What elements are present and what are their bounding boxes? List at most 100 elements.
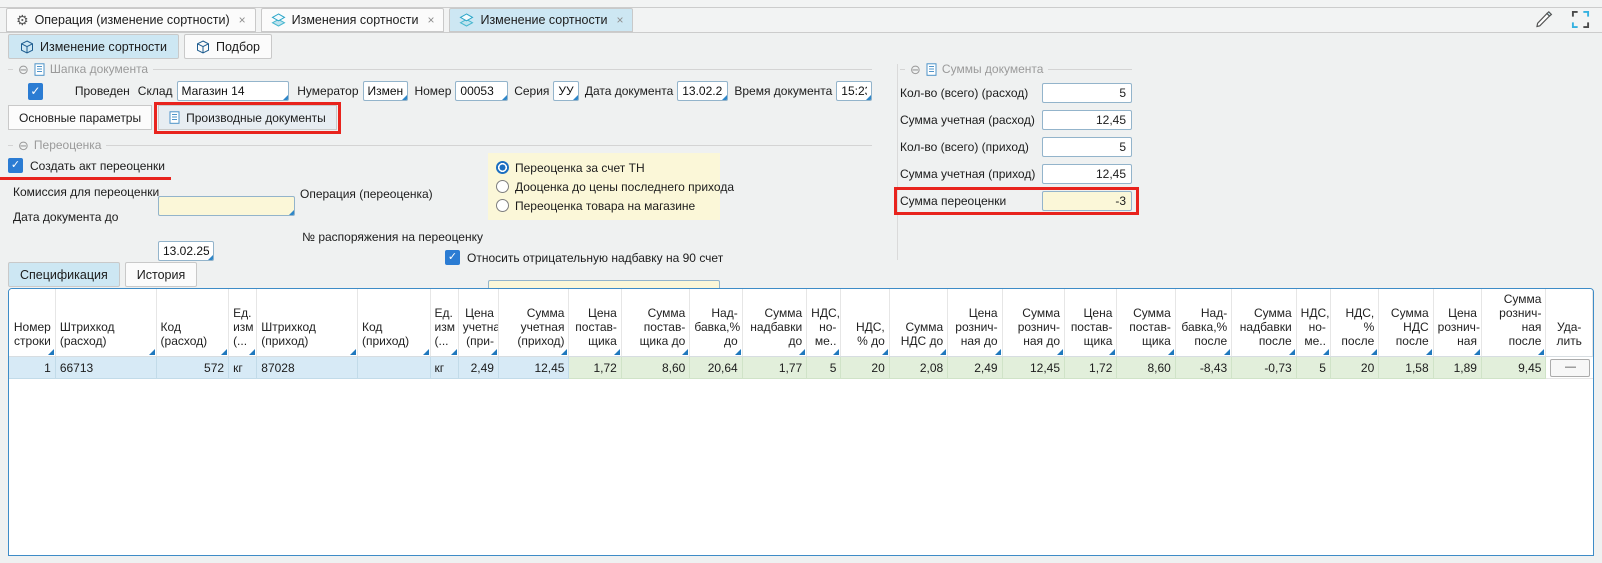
section-title-row: ⊖ Шапка документа [8,62,872,76]
table-cell: 1,72 [1065,357,1117,379]
radio-option[interactable]: Дооценка до цены последнего прихода [496,177,712,196]
column-header[interactable]: Цена рознич- ная [1433,289,1481,357]
create-act-checkbox[interactable]: ✓ [8,158,23,173]
maximize-icon[interactable] [1571,10,1590,29]
table-row[interactable]: 166713572кг87028кг2,4912,451,728,6020,64… [9,357,1593,379]
numerator-input[interactable] [368,84,404,98]
column-header[interactable]: Сумма рознич- ная после [1481,289,1545,357]
sums-row-value[interactable]: 5 [1042,83,1132,103]
sums-row-label: Сумма учетная (расход) [900,113,1035,127]
header-subtab[interactable]: Производные документы [158,105,337,130]
date-to-field-wrap [158,241,214,261]
doc-time-field-wrap [836,81,872,101]
document-tabbar: ⚙Операция (изменение сортности)×Изменени… [0,8,1602,33]
column-header[interactable]: Штрихкод (расход) [55,289,156,357]
column-header[interactable]: НДС, % до [841,289,889,357]
doc-tab[interactable]: ⚙Операция (изменение сортности)× [6,8,256,32]
negative-markup-label: Относить отрицательную надбавку на 90 сч… [467,251,723,265]
doc-date-input[interactable] [682,84,723,98]
posted-checkbox[interactable]: ✓ [28,83,43,100]
number-field-wrap [455,81,508,101]
column-header[interactable]: Код (приход) [357,289,430,357]
close-icon[interactable]: × [427,13,434,27]
collapse-icon[interactable]: ⊖ [18,139,29,152]
spec-tab[interactable]: История [125,262,197,287]
edit-pencil-icon[interactable] [1533,9,1555,29]
panel-divider [897,64,898,260]
column-header[interactable]: НДС, % после [1330,289,1378,357]
column-header[interactable]: Сумма учетная (приход) [498,289,569,357]
close-icon[interactable]: × [616,13,623,27]
header-subtab[interactable]: Основные параметры [8,105,152,130]
radio-option[interactable]: Переоценка товара на магазине [496,196,712,215]
collapse-icon[interactable]: ⊖ [18,63,29,76]
column-header[interactable]: Сумма постав- щика до [621,289,689,357]
column-header[interactable]: Цена постав- щика [569,289,621,357]
sums-row-label: Сумма переоценки [900,194,1006,208]
sums-row-value[interactable]: -3 [1042,191,1132,211]
radio-icon[interactable] [496,199,509,212]
close-icon[interactable]: × [239,13,246,27]
sums-row-value[interactable]: 12,45 [1042,110,1132,130]
column-header[interactable]: Сумма НДС до [889,289,947,357]
table-cell: 1,72 [569,357,621,379]
header-subtab-label: Основные параметры [19,111,141,125]
column-header[interactable]: Цена рознич- ная до [948,289,1002,357]
table-cell: 12,45 [1002,357,1064,379]
column-header[interactable]: НДС, но- ме.. [807,289,841,357]
table-cell: 20 [841,357,889,379]
column-header[interactable]: Цена постав- щика [1065,289,1117,357]
table-cell: 66713 [55,357,156,379]
section-title: Переоценка [34,138,102,152]
radio-icon[interactable] [496,180,509,193]
table-cell: 20,64 [690,357,742,379]
doc-tab[interactable]: Изменение сортности× [449,8,633,32]
column-header[interactable]: Сумма рознич- ная до [1002,289,1064,357]
doc-time-input[interactable] [841,84,867,98]
specification-table: Номер строкиШтрихкод (расход)Код (расход… [9,289,1593,556]
radio-option[interactable]: Переоценка за счет ТН [496,158,712,177]
create-act-row: ✓ Создать акт переоценки [8,158,165,173]
delete-row-button[interactable]: — [1550,359,1590,377]
column-header[interactable]: Ед. изм (... [430,289,458,357]
column-header[interactable]: Ед. изм (... [229,289,257,357]
table-cell: 8,60 [621,357,689,379]
radio-option-label: Переоценка товара на магазине [515,199,695,213]
number-input[interactable] [460,84,503,98]
doc-tab[interactable]: Изменения сортности× [261,8,445,32]
column-header[interactable]: Цена учетная (при- [458,289,498,357]
column-header[interactable]: Над- бавка,% до [690,289,742,357]
cube-icon [196,40,210,54]
commission-input[interactable] [163,199,290,213]
column-header[interactable]: Уда- лить [1546,289,1593,357]
sums-row-value[interactable]: 12,45 [1042,164,1132,184]
view-tab[interactable]: Подбор [184,34,272,59]
view-tab[interactable]: Изменение сортности [8,34,179,59]
spec-tab[interactable]: Спецификация [8,262,120,287]
negative-markup-checkbox[interactable]: ✓ [445,250,460,265]
radio-icon[interactable] [496,161,509,174]
date-to-input[interactable] [163,244,209,258]
delete-cell: — [1546,357,1593,379]
column-header[interactable]: Код (расход) [156,289,229,357]
doc-time-label: Время документа [734,84,832,98]
column-header[interactable]: Сумма постав- щика [1117,289,1175,357]
column-header[interactable]: Сумма НДС после [1379,289,1433,357]
radio-option-label: Переоценка за счет ТН [515,161,645,175]
column-header[interactable]: Сумма надбавки до [742,289,806,357]
layers-icon [271,13,286,27]
column-header[interactable]: Номер строки [9,289,55,357]
column-header[interactable]: Штрихкод (приход) [257,289,358,357]
column-header[interactable]: Сумма надбавки после [1232,289,1296,357]
document-header-fields: ✓ Проведен Склад Нумератор Номер Серия Д… [8,80,872,102]
series-input[interactable] [558,84,573,98]
collapse-icon[interactable]: ⊖ [910,63,921,76]
column-header[interactable]: Над- бавка,% после [1175,289,1231,357]
warehouse-field-wrap [177,81,290,101]
sums-row: Кол-во (всего) (приход)5 [900,137,1132,157]
warehouse-input[interactable] [182,84,285,98]
series-field-wrap [553,81,578,101]
sums-row-value[interactable]: 5 [1042,137,1132,157]
column-header[interactable]: НДС, но- ме.. [1296,289,1330,357]
specification-table-wrap: Номер строкиШтрихкод (расход)Код (расход… [8,288,1594,556]
